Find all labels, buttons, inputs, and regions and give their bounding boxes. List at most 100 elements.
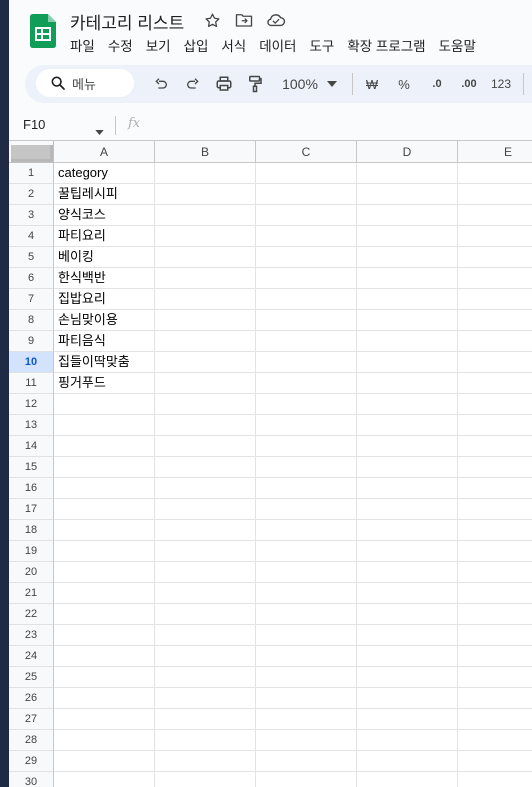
cell-d22[interactable] xyxy=(357,604,458,625)
print-icon[interactable] xyxy=(214,74,234,94)
cell-d26[interactable] xyxy=(357,688,458,709)
cell-c4[interactable] xyxy=(256,226,357,247)
cell-d20[interactable] xyxy=(357,562,458,583)
cell-b14[interactable] xyxy=(155,436,256,457)
cell-e2[interactable] xyxy=(458,184,532,205)
menu-insert[interactable]: 삽입 xyxy=(184,35,209,55)
cell-b28[interactable] xyxy=(155,730,256,751)
currency-format-button[interactable]: ₩ xyxy=(364,74,380,94)
cell-a11[interactable]: 핑거푸드 xyxy=(54,373,155,394)
cell-a30[interactable] xyxy=(54,772,155,787)
cell-d17[interactable] xyxy=(357,499,458,520)
row-header-17[interactable]: 17 xyxy=(9,499,54,520)
column-header-b[interactable]: B xyxy=(155,141,256,163)
cell-e24[interactable] xyxy=(458,646,532,667)
cell-c8[interactable] xyxy=(256,310,357,331)
cell-a1[interactable]: category xyxy=(54,163,155,184)
column-header-a[interactable]: A xyxy=(54,141,155,163)
cell-c2[interactable] xyxy=(256,184,357,205)
cell-c6[interactable] xyxy=(256,268,357,289)
cell-e10[interactable] xyxy=(458,352,532,373)
cell-b7[interactable] xyxy=(155,289,256,310)
cell-e18[interactable] xyxy=(458,520,532,541)
cell-b27[interactable] xyxy=(155,709,256,730)
cell-b26[interactable] xyxy=(155,688,256,709)
cell-d30[interactable] xyxy=(357,772,458,787)
cell-b19[interactable] xyxy=(155,541,256,562)
name-box-dropdown-icon[interactable] xyxy=(95,122,104,140)
cell-e5[interactable] xyxy=(458,247,532,268)
cell-b21[interactable] xyxy=(155,583,256,604)
row-header-28[interactable]: 28 xyxy=(9,730,54,751)
column-header-e[interactable]: E xyxy=(458,141,532,163)
sheets-logo-icon[interactable] xyxy=(30,14,56,48)
cell-d23[interactable] xyxy=(357,625,458,646)
cell-a22[interactable] xyxy=(54,604,155,625)
row-header-13[interactable]: 13 xyxy=(9,415,54,436)
cell-b20[interactable] xyxy=(155,562,256,583)
cell-e13[interactable] xyxy=(458,415,532,436)
cell-c3[interactable] xyxy=(256,205,357,226)
cell-c25[interactable] xyxy=(256,667,357,688)
cell-c21[interactable] xyxy=(256,583,357,604)
cell-c1[interactable] xyxy=(256,163,357,184)
cell-a3[interactable]: 양식코스 xyxy=(54,205,155,226)
cell-d1[interactable] xyxy=(357,163,458,184)
undo-icon[interactable] xyxy=(151,74,171,94)
cell-b15[interactable] xyxy=(155,457,256,478)
cell-e30[interactable] xyxy=(458,772,532,787)
cell-e11[interactable] xyxy=(458,373,532,394)
cloud-saved-icon[interactable] xyxy=(266,10,286,30)
cell-e17[interactable] xyxy=(458,499,532,520)
cell-c29[interactable] xyxy=(256,751,357,772)
cell-c7[interactable] xyxy=(256,289,357,310)
freeze-handle[interactable] xyxy=(11,145,53,162)
cell-a6[interactable]: 한식백반 xyxy=(54,268,155,289)
cell-a7[interactable]: 집밥요리 xyxy=(54,289,155,310)
cell-d18[interactable] xyxy=(357,520,458,541)
cell-d3[interactable] xyxy=(357,205,458,226)
cell-c14[interactable] xyxy=(256,436,357,457)
row-header-11[interactable]: 11 xyxy=(9,373,54,394)
row-header-6[interactable]: 6 xyxy=(9,268,54,289)
cell-a29[interactable] xyxy=(54,751,155,772)
cell-a19[interactable] xyxy=(54,541,155,562)
cell-a15[interactable] xyxy=(54,457,155,478)
cell-a2[interactable]: 꿀팁레시피 xyxy=(54,184,155,205)
cell-c26[interactable] xyxy=(256,688,357,709)
cell-d6[interactable] xyxy=(357,268,458,289)
cell-b30[interactable] xyxy=(155,772,256,787)
cell-b6[interactable] xyxy=(155,268,256,289)
cell-b18[interactable] xyxy=(155,520,256,541)
row-header-29[interactable]: 29 xyxy=(9,751,54,772)
cell-a24[interactable] xyxy=(54,646,155,667)
cell-a13[interactable] xyxy=(54,415,155,436)
cell-e27[interactable] xyxy=(458,709,532,730)
cell-a20[interactable] xyxy=(54,562,155,583)
increase-decimal-button[interactable]: .00 xyxy=(457,74,481,94)
cell-e1[interactable] xyxy=(458,163,532,184)
cell-b13[interactable] xyxy=(155,415,256,436)
row-header-7[interactable]: 7 xyxy=(9,289,54,310)
menu-extensions[interactable]: 확장 프로그램 xyxy=(347,35,425,55)
cell-c15[interactable] xyxy=(256,457,357,478)
paint-format-icon[interactable] xyxy=(245,74,265,94)
cell-d25[interactable] xyxy=(357,667,458,688)
cell-c30[interactable] xyxy=(256,772,357,787)
menu-view[interactable]: 보기 xyxy=(146,35,171,55)
row-header-25[interactable]: 25 xyxy=(9,667,54,688)
cell-e20[interactable] xyxy=(458,562,532,583)
chevron-down-icon[interactable] xyxy=(325,74,339,94)
cell-e26[interactable] xyxy=(458,688,532,709)
row-header-21[interactable]: 21 xyxy=(9,583,54,604)
move-to-folder-icon[interactable] xyxy=(234,10,254,30)
select-all-corner[interactable] xyxy=(9,141,54,163)
cell-a14[interactable] xyxy=(54,436,155,457)
menu-tools[interactable]: 도구 xyxy=(309,35,334,55)
zoom-select[interactable]: 100% xyxy=(280,74,320,94)
cell-b10[interactable] xyxy=(155,352,256,373)
cell-c16[interactable] xyxy=(256,478,357,499)
cell-c11[interactable] xyxy=(256,373,357,394)
cell-d14[interactable] xyxy=(357,436,458,457)
row-header-16[interactable]: 16 xyxy=(9,478,54,499)
